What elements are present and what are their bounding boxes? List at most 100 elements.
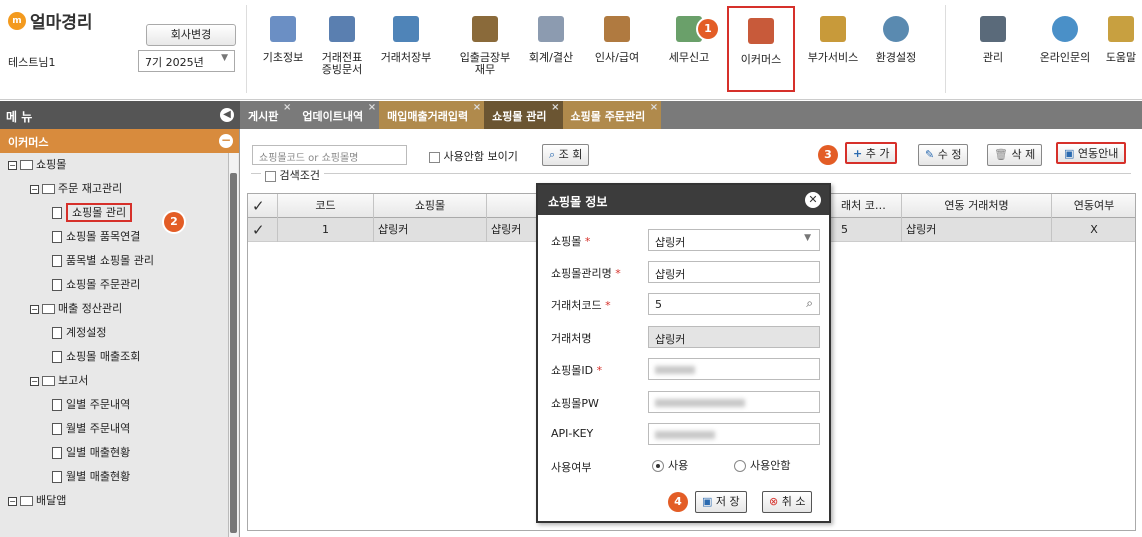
- mall-alias-field[interactable]: 샵링커: [648, 261, 820, 283]
- period-select[interactable]: 7기 2025년 ▼: [138, 50, 235, 72]
- col-partner-code[interactable]: 래처 코…: [837, 194, 902, 218]
- mall-select[interactable]: 샵링커 ▼: [648, 229, 820, 251]
- toolbar-extra-services[interactable]: 부가서비스: [800, 10, 866, 64]
- sidebar-item[interactable]: − 매출 정산관리: [0, 297, 239, 321]
- sidebar-item[interactable]: − 보고서: [0, 369, 239, 393]
- query-button[interactable]: ⌕ 조 회: [542, 144, 590, 166]
- search-input[interactable]: 쇼핑몰코드 or 쇼핑몰명: [252, 145, 407, 165]
- cell-mall-name: 샵링커: [487, 218, 537, 242]
- delete-button[interactable]: 🗑 삭 제: [987, 144, 1043, 166]
- add-button[interactable]: + 추 가: [845, 142, 898, 164]
- close-icon[interactable]: ✕: [805, 192, 821, 208]
- button-label: 추 가: [865, 147, 890, 160]
- collapse-node-icon[interactable]: −: [30, 184, 39, 194]
- sidebar-item[interactable]: 쇼핑몰 매출조회: [0, 345, 239, 369]
- sidebar-item[interactable]: 일별 주문내역: [0, 393, 239, 417]
- show-unused-checkbox[interactable]: 사용안함 보이기: [429, 148, 518, 164]
- integration-guide-button[interactable]: ▣ 연동안내: [1056, 142, 1127, 164]
- cancel-button[interactable]: ⊗ 취 소: [762, 491, 813, 513]
- sidebar-item[interactable]: 월별 주문내역: [0, 417, 239, 441]
- toolbar-settings[interactable]: 환경설정: [866, 10, 926, 64]
- toolbar-basic-info[interactable]: 기초정보: [253, 10, 313, 64]
- scrollbar-thumb[interactable]: [230, 173, 237, 533]
- support-icon: [1052, 16, 1078, 42]
- sidebar-item-label: 일별 주문내역: [66, 398, 131, 411]
- close-icon[interactable]: ×: [650, 102, 658, 113]
- select-all-checkbox[interactable]: ✓: [248, 194, 278, 218]
- step-badge-4: 4: [668, 492, 688, 512]
- sidebar-item[interactable]: − 주문 재고관리: [0, 177, 239, 201]
- tab-sales-purchase-entry[interactable]: 매입매출거래입력 ×: [379, 101, 485, 129]
- sidebar-item[interactable]: 품목별 쇼핑몰 관리: [0, 249, 239, 273]
- toolbar-help[interactable]: 도움말: [1100, 10, 1142, 64]
- menu-header: 메 뉴 ◀: [0, 101, 240, 129]
- radio-off[interactable]: [734, 460, 746, 472]
- toolbar-ecommerce[interactable]: 이커머스: [727, 6, 795, 92]
- search-conditions-toggle[interactable]: 검색조건: [261, 167, 324, 183]
- toolbar-ledger[interactable]: 거래처장부: [376, 10, 436, 64]
- collapse-node-icon[interactable]: −: [8, 160, 17, 170]
- sidebar-item[interactable]: 월별 매출현황: [0, 465, 239, 489]
- toolbar-online-inquiry[interactable]: 온라인문의: [1032, 10, 1098, 64]
- cancel-icon: ⊗: [769, 495, 779, 508]
- collapse-section-icon[interactable]: −: [219, 134, 233, 148]
- toolbar-voucher[interactable]: 거래전표 증빙문서: [312, 10, 372, 76]
- tab-label: 쇼핑몰 관리: [492, 110, 547, 123]
- bank-icon: [820, 16, 846, 42]
- close-icon[interactable]: ×: [368, 102, 376, 113]
- label-text: 쇼핑몰: [551, 235, 582, 248]
- sidebar-scrollbar[interactable]: [228, 153, 238, 537]
- sidebar-item[interactable]: − 쇼핑몰: [0, 153, 239, 177]
- mall-pw-field[interactable]: [648, 391, 820, 413]
- change-company-button[interactable]: 회사변경: [146, 24, 236, 46]
- search-icon[interactable]: ⌕: [806, 296, 813, 311]
- collapse-node-icon[interactable]: −: [8, 496, 17, 506]
- toolbar-admin[interactable]: 관리: [963, 10, 1023, 64]
- partner-code-field[interactable]: 5 ⌕: [648, 293, 820, 315]
- checkbox[interactable]: [429, 151, 440, 163]
- close-icon[interactable]: ×: [283, 102, 291, 113]
- sidebar-item[interactable]: − 배달앱: [0, 489, 239, 513]
- field-value: 샵링커: [655, 268, 686, 281]
- radio-label: 사용: [668, 459, 689, 472]
- toolbar-label: 환경설정: [875, 51, 917, 64]
- close-icon[interactable]: ×: [551, 102, 559, 113]
- collapse-node-icon[interactable]: −: [30, 304, 39, 314]
- col-hidden: [487, 194, 537, 218]
- step-badge-3: 3: [818, 145, 838, 165]
- sidebar-item-label: 쇼핑몰 품목연결: [66, 230, 141, 243]
- col-linked[interactable]: 연동여부: [1052, 194, 1136, 218]
- collapse-menu-icon[interactable]: ◀: [220, 108, 234, 122]
- sidebar-item[interactable]: 쇼핑몰 품목연결: [0, 225, 239, 249]
- tab-updates[interactable]: 업데이트내역 ×: [294, 101, 379, 129]
- radio-on[interactable]: [652, 460, 664, 472]
- toolbar-accounting[interactable]: 회계/결산: [521, 10, 581, 64]
- sidebar-item[interactable]: 쇼핑몰 주문관리: [0, 273, 239, 297]
- mall-id-field[interactable]: [648, 358, 820, 380]
- required-mark: *: [605, 299, 611, 312]
- toolbar-label: 입출금장부 재무: [459, 51, 511, 76]
- col-partner-name[interactable]: 연동 거래처명: [902, 194, 1052, 218]
- toolbar-cashbook[interactable]: 입출금장부 재무: [452, 10, 518, 76]
- save-button[interactable]: ▣ 저 장: [695, 491, 747, 513]
- col-mall[interactable]: 쇼핑몰: [374, 194, 487, 218]
- tab-shopping-mall-management[interactable]: 쇼핑몰 관리 ×: [484, 101, 563, 129]
- edit-button[interactable]: ✎ 수 정: [918, 144, 969, 166]
- usage-radio-use[interactable]: 사용: [652, 457, 688, 473]
- row-checkbox[interactable]: ✓: [248, 218, 278, 242]
- checkbox[interactable]: [265, 170, 276, 182]
- tab-shopping-mall-orders[interactable]: 쇼핑몰 주문관리 ×: [562, 101, 662, 129]
- page-icon: [52, 471, 62, 483]
- tab-board[interactable]: 게시판 ×: [240, 101, 294, 129]
- sidebar-item[interactable]: 계정설정: [0, 321, 239, 345]
- usage-radio-unused[interactable]: 사용안함: [734, 457, 790, 473]
- radio-label: 사용안함: [750, 459, 791, 472]
- cell-linked: X: [1090, 223, 1098, 236]
- col-code[interactable]: 코드: [278, 194, 374, 218]
- sidebar-item[interactable]: 쇼핑몰 관리: [0, 201, 239, 225]
- sidebar-item[interactable]: 일별 매출현황: [0, 441, 239, 465]
- close-icon[interactable]: ×: [473, 102, 481, 113]
- collapse-node-icon[interactable]: −: [30, 376, 39, 386]
- toolbar-hr[interactable]: 인사/급여: [587, 10, 647, 64]
- api-key-field[interactable]: [648, 423, 820, 445]
